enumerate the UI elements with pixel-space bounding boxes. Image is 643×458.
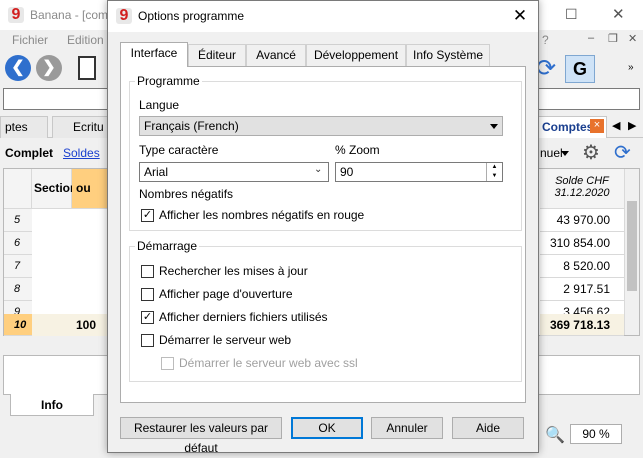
mdi-minimize-icon[interactable]: – (588, 32, 594, 44)
solde-total-cell[interactable]: 369 718.13 (540, 314, 624, 336)
tab-avance[interactable]: Avancé (246, 44, 306, 66)
view-dropdown-icon[interactable] (561, 151, 569, 156)
group-cell[interactable]: 100 (32, 314, 108, 336)
menu-edition[interactable]: Edition (67, 33, 104, 47)
banana-logo-icon: 9 (8, 7, 24, 23)
webserver-ssl-checkbox[interactable] (161, 357, 174, 370)
help-button[interactable]: Aide (452, 417, 524, 439)
font-value: Arial (144, 165, 169, 179)
column-header-section[interactable]: Section (32, 169, 77, 209)
programme-group-title: Programme (135, 74, 202, 88)
column-header-ou[interactable]: ou (72, 169, 108, 209)
tab-scroll-right-icon[interactable]: ▶ (628, 119, 636, 132)
webserver-ssl-label: Démarrer le serveur web avec ssl (179, 356, 358, 370)
mdi-restore-icon[interactable]: ❐ (608, 32, 618, 45)
menu-fichier[interactable]: Fichier (12, 33, 48, 47)
tab-info[interactable]: Info (10, 394, 94, 416)
back-arrow-icon[interactable]: ❮ (5, 55, 31, 81)
tab-interface[interactable]: Interface (120, 42, 188, 67)
start-webserver-checkbox[interactable] (141, 334, 154, 347)
view-complet[interactable]: Complet (5, 146, 53, 160)
refresh-icon[interactable]: ⟳ (536, 56, 556, 82)
row-number: 8 (4, 278, 32, 301)
check-updates-checkbox[interactable] (141, 265, 154, 278)
dialog-close-icon[interactable]: ✕ (508, 5, 532, 27)
solde-header-line2: 31.12.2020 (554, 187, 610, 199)
view-manuel[interactable]: nuel (540, 146, 563, 160)
font-select[interactable]: Arial ⌄ (139, 162, 329, 182)
app-close-icon[interactable]: ✕ (612, 5, 625, 23)
maximize-icon[interactable]: ☐ (565, 6, 578, 23)
forward-arrow-icon[interactable]: ❯ (36, 55, 62, 81)
dialog-title: Options programme (138, 9, 245, 23)
view-soldes[interactable]: Soldes (63, 146, 100, 160)
langue-label: Langue (139, 98, 180, 112)
langue-value: Français (French) (144, 119, 239, 133)
solde-cell[interactable]: 8 520.00 (540, 255, 624, 278)
solde-cell[interactable]: 310 854.00 (540, 232, 624, 255)
solde-cell[interactable]: 2 917.51 (540, 278, 624, 301)
zoom-label: % Zoom (335, 143, 380, 157)
close-tab-icon[interactable]: × (590, 119, 604, 133)
spin-up-icon[interactable]: ▲ (487, 163, 502, 172)
options-dialog: 9 Options programme ✕ Interface Éditeur … (107, 0, 539, 455)
app-title: Banana - [com (30, 8, 109, 22)
tab-info-systeme[interactable]: Info Système (406, 44, 490, 66)
table-corner (4, 169, 32, 209)
row-number: 6 (4, 232, 32, 255)
tab-developpement[interactable]: Développement (306, 44, 406, 66)
zoom-level[interactable]: 90 % (570, 424, 622, 444)
tab-panel-interface: Programme Langue Français (French) Type … (120, 66, 526, 403)
tab-ecritures[interactable]: Ecritu (52, 116, 108, 138)
row-number: 10 (4, 314, 32, 336)
zoom-icon[interactable]: 🔍 (545, 425, 565, 445)
menu-help[interactable]: ? (542, 33, 549, 47)
zoom-spinbox[interactable]: 90 ▲ ▼ (335, 162, 503, 182)
show-start-page-checkbox[interactable] (141, 288, 154, 301)
tab-scroll-left-icon[interactable]: ◀ (612, 119, 620, 132)
settings-gear-icon[interactable]: ⚙ (582, 140, 600, 165)
start-webserver-label: Démarrer le serveur web (159, 333, 292, 347)
dialog-titlebar: 9 Options programme ✕ (108, 1, 538, 32)
recent-files-label: Afficher derniers fichiers utilisés (159, 310, 328, 324)
tab-editeur[interactable]: Éditeur (188, 44, 246, 66)
cancel-button[interactable]: Annuler (371, 417, 443, 439)
toolbar-overflow-icon[interactable]: » (628, 62, 634, 73)
row-number: 7 (4, 255, 32, 278)
new-document-icon[interactable] (78, 56, 96, 80)
row-number: 5 (4, 209, 32, 232)
demarrage-group-title: Démarrage (135, 239, 200, 253)
spin-buttons: ▲ ▼ (486, 163, 502, 181)
check-updates-label: Rechercher les mises à jour (159, 264, 308, 278)
g-toolbar-icon[interactable]: G (565, 55, 595, 83)
scrollbar-thumb[interactable] (627, 201, 637, 291)
zoom-value: 90 (340, 165, 354, 179)
negative-numbers-label: Nombres négatifs (139, 187, 234, 201)
solde-cell[interactable]: 43 970.00 (540, 209, 624, 232)
ok-button[interactable]: OK (291, 417, 363, 439)
negative-red-checkbox[interactable]: ✓ (141, 209, 154, 222)
mdi-close-icon[interactable]: ✕ (628, 32, 637, 45)
dropdown-arrow-icon (490, 124, 498, 129)
banana-logo-icon: 9 (116, 8, 132, 24)
negative-red-label: Afficher les nombres négatifs en rouge (159, 208, 365, 222)
vertical-scrollbar[interactable] (624, 169, 639, 335)
chevron-down-icon: ⌄ (314, 164, 323, 175)
langue-select[interactable]: Français (French) (139, 116, 503, 136)
recent-files-checkbox[interactable]: ✓ (141, 311, 154, 324)
solde-header-line1: Solde CHF (555, 175, 609, 187)
sync-icon[interactable]: ⟳ (614, 140, 631, 165)
tab-comptes-partial[interactable]: ptes (0, 116, 48, 138)
font-label: Type caractère (139, 143, 219, 157)
show-start-page-label: Afficher page d'ouverture (159, 287, 293, 301)
spin-down-icon[interactable]: ▼ (487, 172, 502, 181)
restore-defaults-button[interactable]: Restaurer les valeurs par défaut (120, 417, 282, 455)
column-header-solde[interactable]: Solde CHF 31.12.2020 (540, 169, 624, 209)
